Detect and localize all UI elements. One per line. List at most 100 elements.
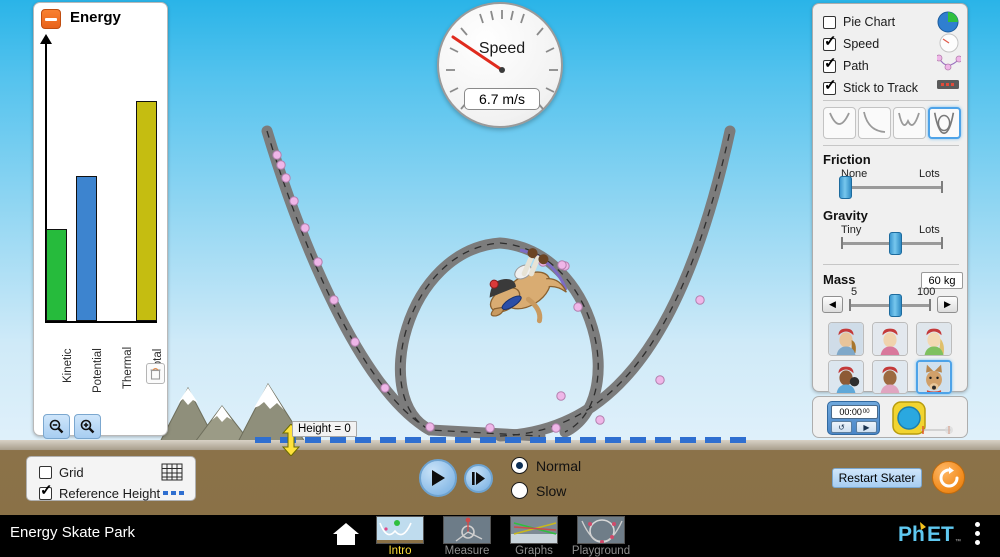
kebab-dot-1 <box>975 522 980 527</box>
height-label: Height = 0 <box>292 421 357 437</box>
tab-graphs[interactable]: Graphs <box>501 516 567 557</box>
tab-measure-label: Measure <box>444 545 490 557</box>
clear-thermal-button[interactable] <box>146 363 165 384</box>
speedometer-label: Speed <box>478 40 526 57</box>
measuring-tape-icon[interactable] <box>891 400 957 436</box>
speed-option-slow[interactable]: Slow <box>511 482 566 499</box>
tab-intro-label: Intro <box>388 545 412 557</box>
path-icon <box>937 54 961 71</box>
zoom-out-button[interactable] <box>43 414 70 439</box>
speedometer-icon <box>939 33 959 53</box>
avatar-boy-1 <box>873 323 907 355</box>
speed-readout: 6.7 m/s <box>464 88 540 110</box>
restart-skater-button[interactable]: Restart Skater <box>832 468 922 488</box>
energy-bar-total <box>136 101 157 321</box>
mass-increase-button[interactable]: ▶ <box>937 296 958 313</box>
friction-max-label: Lots <box>919 168 940 180</box>
slow-radio[interactable] <box>511 482 528 499</box>
character-skater-boy-1[interactable] <box>872 322 908 356</box>
control-panel: Pie Chart Speed Path Stick to Track <box>812 3 968 394</box>
stopwatch[interactable]: 00:00 00 ↺ ▶ <box>827 401 880 435</box>
reset-all-button[interactable] <box>932 461 965 494</box>
tab-measure[interactable]: Measure <box>434 516 500 557</box>
tab-measure-thumbnail <box>443 516 491 544</box>
svg-text:P: P <box>898 523 912 546</box>
bar-label-thermal: Thermal <box>122 346 134 389</box>
track-icon <box>937 80 959 89</box>
avatar-dog <box>918 362 950 392</box>
stick-to-track-checkbox[interactable] <box>823 78 837 95</box>
v-track-icon <box>829 112 850 125</box>
avatar-girl-2 <box>917 323 951 355</box>
play-button[interactable] <box>419 459 457 497</box>
reset-all-icon <box>939 466 958 487</box>
character-skater-girl-2[interactable] <box>916 322 952 356</box>
reference-height-checkbox[interactable] <box>39 483 53 500</box>
energy-panel-title: Energy <box>70 9 121 26</box>
speed-label: Speed <box>843 37 880 51</box>
kebab-dot-2 <box>975 531 980 536</box>
track-preset-v[interactable] <box>823 107 856 139</box>
speed-checkbox[interactable] <box>823 34 837 51</box>
timer-panel: 00:00 00 ↺ ▶ <box>812 396 968 438</box>
checkbox-reference-height[interactable]: Reference Height <box>39 483 179 503</box>
tab-playground[interactable]: Playground <box>568 516 634 557</box>
gravity-title: Gravity <box>823 208 868 223</box>
kebab-menu-button[interactable] <box>975 522 981 548</box>
energy-bar-potential <box>76 176 97 321</box>
ramp-track-icon <box>863 111 886 133</box>
phet-logo[interactable]: P h E T ™ <box>898 521 968 547</box>
tab-intro[interactable]: Intro <box>367 516 433 557</box>
tab-playground-thumbnail <box>577 516 625 544</box>
gravity-min-label: Tiny <box>841 224 862 236</box>
character-dog[interactable] <box>916 360 952 394</box>
collapse-energy-panel-button[interactable] <box>41 9 61 29</box>
reference-height-label: Reference Height <box>59 485 161 501</box>
mass-max-label: 100 <box>917 286 936 298</box>
speedometer-ticks <box>446 10 558 110</box>
friction-slider-knob[interactable] <box>838 176 852 199</box>
stopwatch-centiseconds: 00 <box>862 409 870 415</box>
divider-1 <box>823 100 959 101</box>
energy-bar-chart <box>34 31 169 331</box>
path-checkbox[interactable] <box>823 56 837 73</box>
normal-radio[interactable] <box>511 457 528 474</box>
divider-2 <box>823 145 959 146</box>
pie-chart-checkbox[interactable] <box>823 15 836 29</box>
mass-decrease-button[interactable]: ◀ <box>822 296 843 313</box>
track-preset-w[interactable] <box>893 107 926 139</box>
stopwatch-play-button[interactable]: ▶ <box>856 421 877 433</box>
step-forward-button[interactable] <box>464 464 493 493</box>
home-button[interactable] <box>330 518 362 550</box>
trash-icon <box>150 367 161 380</box>
divider-3 <box>823 264 959 265</box>
speedometer[interactable]: Speed 6.7 m/s <box>437 2 563 128</box>
checkbox-grid[interactable]: Grid <box>39 462 179 482</box>
pie-chart-icon <box>937 11 959 33</box>
track-preset-loop[interactable] <box>928 107 961 139</box>
bar-label-kinetic: Kinetic <box>62 348 74 383</box>
grid-panel: Grid Reference Height <box>26 456 196 501</box>
friction-slider-track[interactable] <box>841 181 943 193</box>
avatar-boy-2 <box>873 361 907 393</box>
grid-label: Grid <box>59 464 84 480</box>
character-skater-boy-2[interactable] <box>872 360 908 394</box>
svg-text:E: E <box>927 523 941 546</box>
speed-option-normal[interactable]: Normal <box>511 457 581 474</box>
zoom-out-icon <box>49 419 64 434</box>
character-skater-girl-3[interactable] <box>828 360 864 394</box>
zoom-in-icon <box>80 419 95 434</box>
mass-slider-knob[interactable] <box>889 294 903 317</box>
grid-checkbox[interactable] <box>39 465 52 479</box>
svg-text:™: ™ <box>955 538 961 545</box>
zoom-in-button[interactable] <box>74 414 101 439</box>
character-skater-girl-1[interactable] <box>828 322 864 356</box>
tab-playground-label: Playground <box>571 545 631 557</box>
tab-intro-thumbnail <box>376 516 424 544</box>
stopwatch-reset-button[interactable]: ↺ <box>831 421 852 433</box>
tab-graphs-thumbnail <box>510 516 558 544</box>
skater-dog[interactable] <box>478 248 573 336</box>
pie-chart-label: Pie Chart <box>843 15 896 29</box>
track-preset-ramp[interactable] <box>858 107 891 139</box>
gravity-slider-knob[interactable] <box>888 232 902 255</box>
